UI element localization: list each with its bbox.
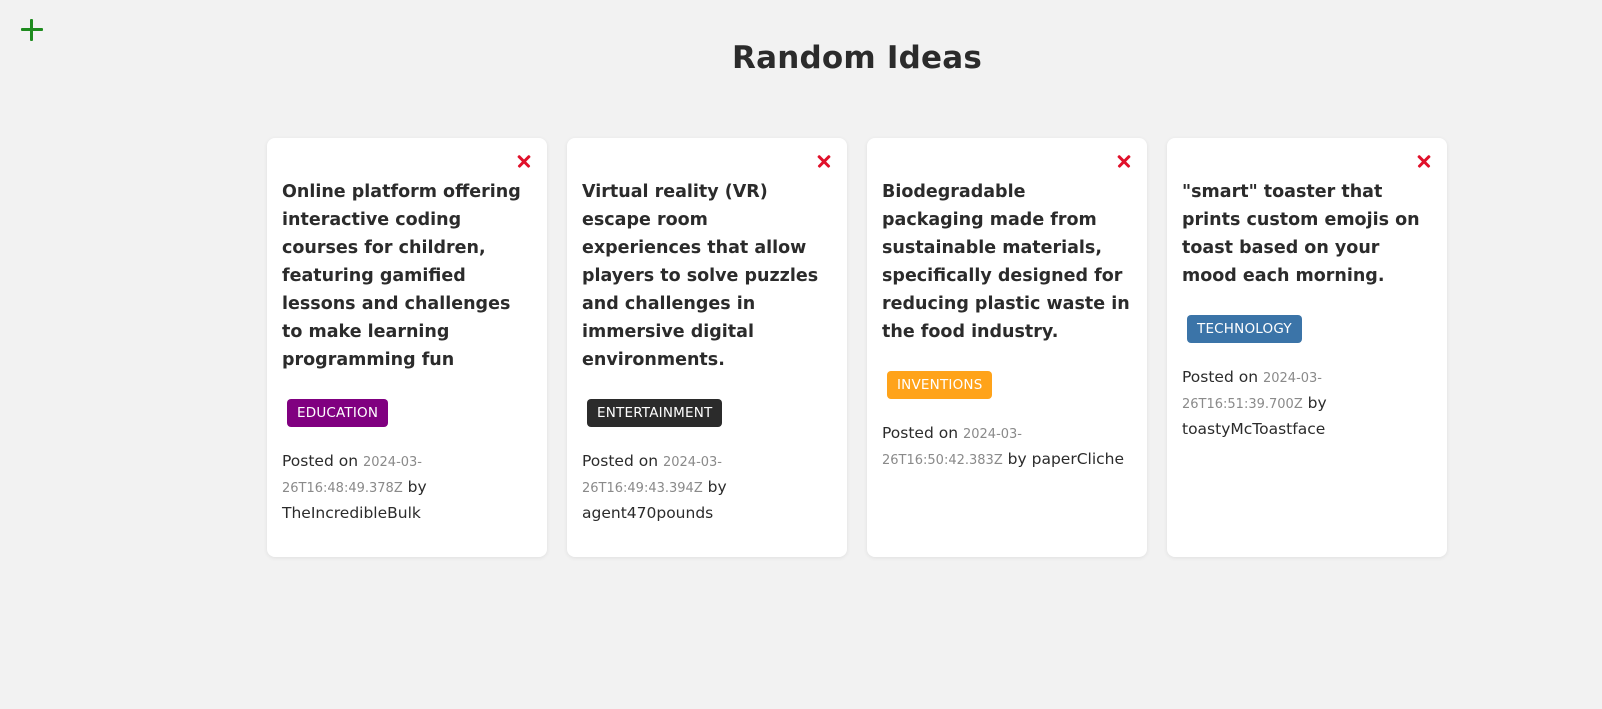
idea-card: Virtual reality (VR) escape room experie…: [567, 138, 847, 557]
posted-on-label: Posted on: [282, 452, 359, 470]
idea-list: Online platform offering interactive cod…: [267, 138, 1447, 557]
idea-meta: Posted on 2024-03-26T16:49:43.394Z by ag…: [582, 449, 832, 525]
idea-username: TheIncredibleBulk: [282, 504, 421, 522]
tag-badge: EDUCATION: [287, 399, 389, 427]
close-icon[interactable]: [815, 152, 833, 170]
by-label: by: [707, 478, 727, 496]
tag-badge: TECHNOLOGY: [1187, 315, 1302, 343]
by-label: by: [1307, 394, 1327, 412]
idea-card: "smart" toaster that prints custom emoji…: [1167, 138, 1447, 557]
posted-on-label: Posted on: [582, 452, 659, 470]
by-label: by: [1007, 450, 1027, 468]
idea-meta: Posted on 2024-03-26T16:48:49.378Z by Th…: [282, 449, 532, 525]
idea-username: agent470pounds: [582, 504, 714, 522]
idea-text: Virtual reality (VR) escape room experie…: [582, 182, 819, 370]
idea-meta: Posted on 2024-03-26T16:51:39.700Z by to…: [1182, 365, 1432, 441]
idea-card: Online platform offering interactive cod…: [267, 138, 547, 557]
page-title: Random Ideas: [732, 40, 982, 76]
posted-on-label: Posted on: [882, 424, 959, 442]
idea-username: toastyMcToastface: [1182, 420, 1326, 438]
by-label: by: [407, 478, 427, 496]
idea-text: Biodegradable packaging made from sustai…: [882, 182, 1130, 342]
tag-badge: INVENTIONS: [887, 371, 993, 399]
idea-text: "smart" toaster that prints custom emoji…: [1182, 182, 1420, 286]
idea-meta: Posted on 2024-03-26T16:50:42.383Z by pa…: [882, 421, 1132, 473]
posted-on-label: Posted on: [1182, 368, 1259, 386]
close-icon[interactable]: [515, 152, 533, 170]
close-icon[interactable]: [1415, 152, 1433, 170]
close-icon[interactable]: [1115, 152, 1133, 170]
idea-card: Biodegradable packaging made from sustai…: [867, 138, 1147, 557]
tag-badge: ENTERTAINMENT: [587, 399, 723, 427]
idea-text: Online platform offering interactive cod…: [282, 182, 521, 370]
idea-username: paperCliche: [1031, 450, 1125, 468]
